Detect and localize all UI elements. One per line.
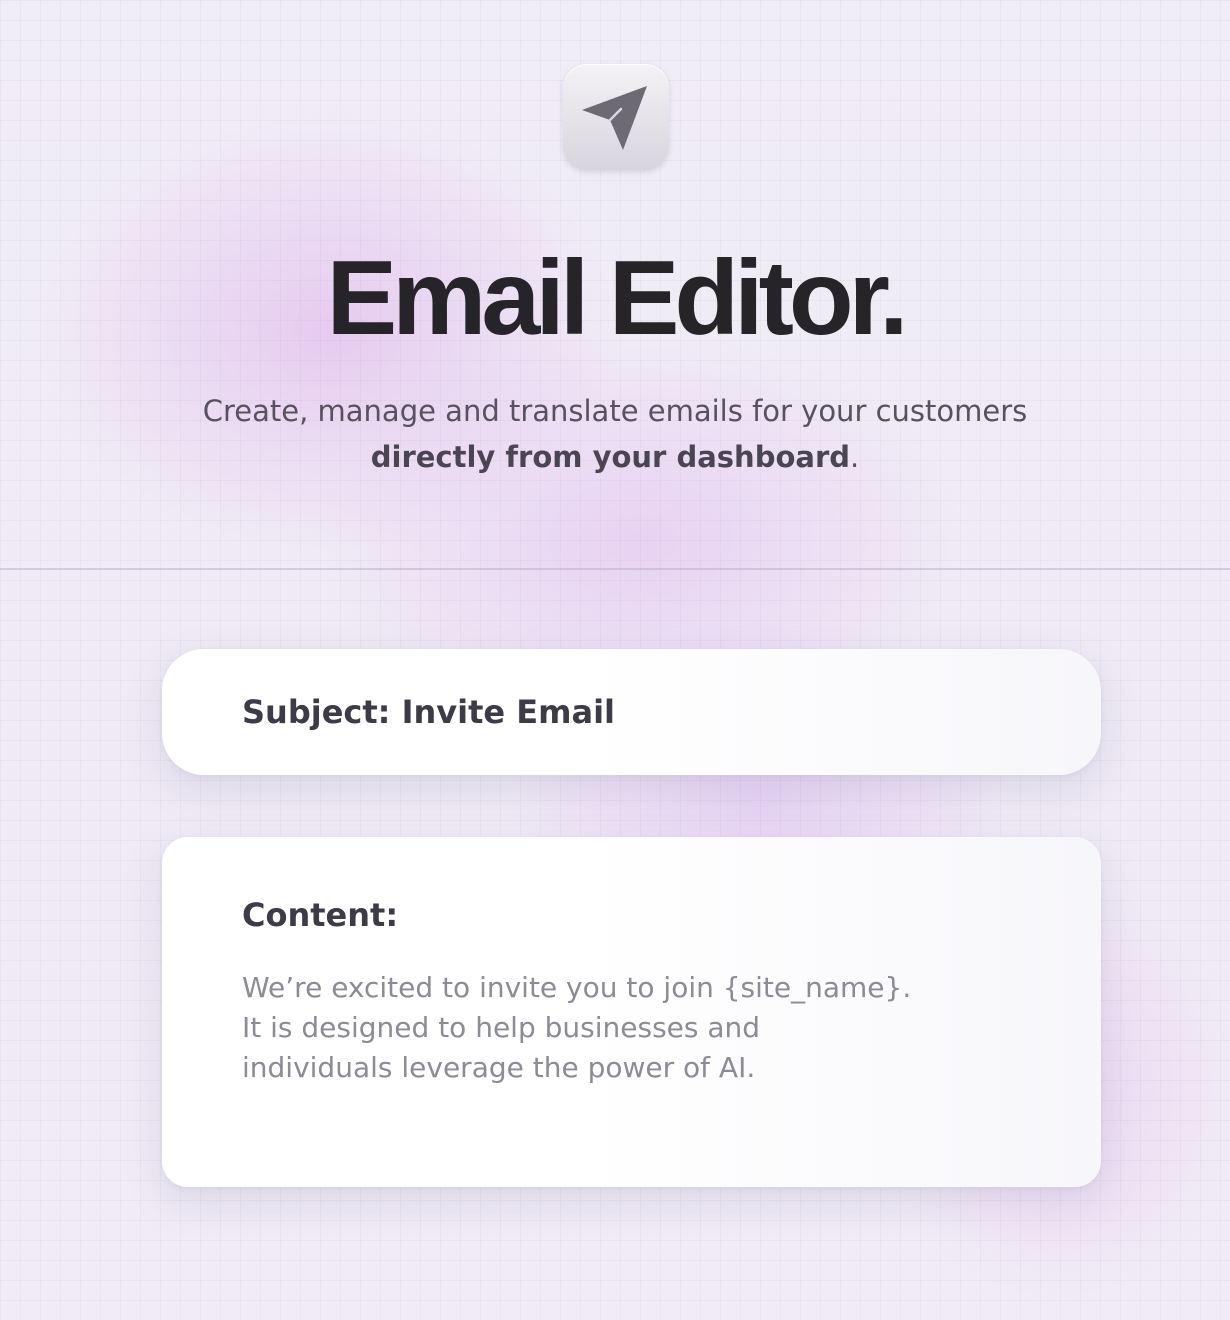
subtitle-period: . — [850, 440, 860, 474]
app-logo-tile — [563, 64, 669, 170]
content-line: We’re excited to invite you to join {sit… — [242, 971, 912, 1004]
content-body[interactable]: We’re excited to invite you to join {sit… — [242, 968, 911, 1088]
page-title: Email Editor. — [326, 239, 908, 357]
subject-text: Subject: Invite Email — [242, 693, 615, 731]
subject-field[interactable]: Subject: Invite Email — [162, 649, 1101, 775]
subtitle-line-1: Create, manage and translate emails for … — [202, 394, 1028, 428]
paper-plane-icon — [582, 86, 647, 150]
section-divider — [0, 568, 1230, 570]
content-label: Content: — [242, 896, 399, 934]
content-line: individuals leverage the power of AI. — [242, 1051, 756, 1084]
content-line: It is designed to help businesses and — [242, 1011, 761, 1044]
subtitle-emphasis: directly from your dashboard — [370, 440, 851, 474]
page-subtitle: Create, manage and translate emails for … — [0, 388, 1230, 480]
content-editor[interactable]: Content: We’re excited to invite you to … — [162, 837, 1101, 1187]
